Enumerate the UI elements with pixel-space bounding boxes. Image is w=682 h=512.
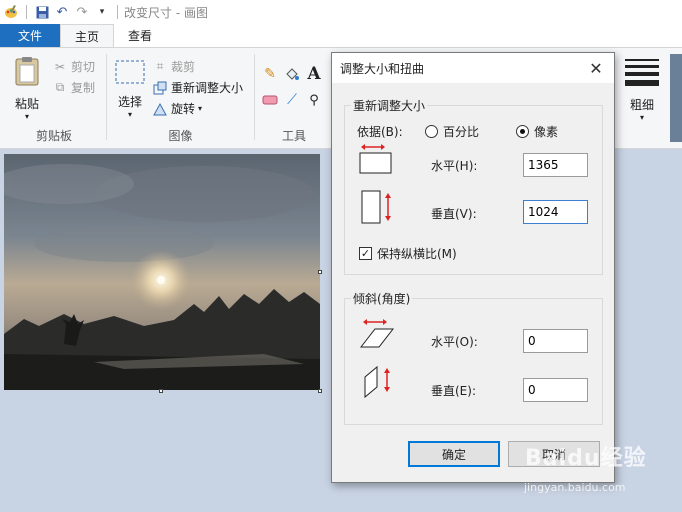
tools-group-label: 工具 bbox=[281, 129, 306, 143]
color-picker-icon[interactable]: ⟋ bbox=[284, 92, 300, 108]
toolbar-separator bbox=[26, 5, 27, 19]
crop-icon: ⌗ bbox=[156, 59, 164, 73]
pixels-radio[interactable] bbox=[516, 125, 529, 138]
undo-icon[interactable]: ↶ bbox=[53, 3, 71, 21]
toolbar-separator bbox=[117, 5, 118, 19]
skew-horizontal-input[interactable] bbox=[523, 329, 588, 353]
tools-group: ✎ A ⟋ ⚲ 工具 bbox=[258, 52, 330, 146]
quick-access-toolbar: ↶ ↷ ▾ bbox=[0, 3, 122, 21]
percent-radio[interactable] bbox=[425, 125, 438, 138]
rotate-button[interactable]: 旋转 ▾ bbox=[152, 98, 243, 119]
select-button[interactable]: 选择 ▾ bbox=[112, 60, 148, 119]
color1-swatch[interactable] bbox=[670, 54, 682, 142]
paste-icon bbox=[13, 56, 41, 89]
baidu-watermark-url: jingyan.baidu.com bbox=[524, 481, 626, 494]
resize-handle-right[interactable] bbox=[318, 270, 322, 274]
keep-ratio-checkbox[interactable]: ✓ bbox=[359, 247, 372, 260]
size-button[interactable]: 粗细 ▾ bbox=[624, 58, 660, 122]
image-group: 选择 ▾ ⌗ 裁剪 重新调整大小 旋转 ▾ 图像 bbox=[108, 52, 253, 146]
vertical-skew-icon bbox=[363, 365, 395, 404]
dialog-title-bar: 调整大小和扭曲 ✕ bbox=[332, 53, 614, 83]
image-group-label: 图像 bbox=[168, 129, 193, 143]
paste-button[interactable]: 粘贴 ▾ bbox=[8, 56, 46, 121]
cut-label: 剪切 bbox=[71, 60, 96, 74]
resize-handle-corner[interactable] bbox=[318, 389, 322, 393]
size-group: 粗细 ▾ bbox=[618, 52, 666, 146]
resize-skew-dialog: 调整大小和扭曲 ✕ 重新调整大小 依据(B): 百分比 像素 水平(H): 垂直… bbox=[331, 52, 615, 483]
pencil-icon[interactable]: ✎ bbox=[262, 66, 278, 82]
paint-app-icon[interactable] bbox=[2, 3, 20, 21]
group-divider bbox=[106, 54, 107, 140]
resize-handle-bottom[interactable] bbox=[159, 389, 163, 393]
paste-dropdown-icon[interactable]: ▾ bbox=[25, 112, 29, 121]
scissors-icon: ✂ bbox=[54, 59, 66, 74]
sunset-photo bbox=[4, 154, 320, 390]
select-rect-icon bbox=[115, 60, 145, 87]
tab-file[interactable]: 文件 bbox=[0, 24, 61, 47]
rotate-dropdown-icon[interactable]: ▾ bbox=[198, 104, 202, 113]
resize-section: 重新调整大小 依据(B): 百分比 像素 水平(H): 垂直(V): ✓ 保持纵… bbox=[344, 97, 603, 275]
window-title: 改变尺寸 - 画图 bbox=[124, 5, 208, 20]
skew-section: 倾斜(角度) 水平(O): 垂直(E): bbox=[344, 290, 603, 425]
tab-view[interactable]: 查看 bbox=[114, 24, 166, 47]
ribbon-tabs: 文件 主页 查看 bbox=[0, 24, 682, 47]
copy-button[interactable]: ⧉ 复制 bbox=[52, 77, 95, 98]
line-width-icon bbox=[625, 58, 659, 89]
vertical-label: 垂直(V): bbox=[431, 207, 477, 221]
crop-button[interactable]: ⌗ 裁剪 bbox=[152, 56, 243, 77]
ok-button[interactable]: 确定 bbox=[408, 441, 500, 467]
resize-label: 重新调整大小 bbox=[171, 81, 244, 95]
select-dropdown-icon[interactable]: ▾ bbox=[128, 110, 132, 119]
resize-legend: 重新调整大小 bbox=[351, 97, 428, 114]
paste-label: 粘贴 bbox=[14, 97, 39, 111]
vertical-size-input[interactable] bbox=[523, 200, 588, 224]
copy-label: 复制 bbox=[71, 81, 96, 95]
resize-button[interactable]: 重新调整大小 bbox=[152, 77, 243, 98]
select-label: 选择 bbox=[117, 95, 142, 109]
fill-icon[interactable] bbox=[284, 66, 300, 82]
tab-home[interactable]: 主页 bbox=[60, 24, 115, 47]
customize-dropdown-icon[interactable]: ▾ bbox=[93, 3, 111, 21]
copy-icon: ⧉ bbox=[55, 80, 65, 94]
canvas-image[interactable] bbox=[4, 154, 320, 390]
resize-icon bbox=[152, 80, 168, 96]
horizontal-size-input[interactable] bbox=[523, 153, 588, 177]
redo-icon[interactable]: ↷ bbox=[73, 3, 91, 21]
horizontal-label: 水平(H): bbox=[431, 159, 478, 173]
cut-button[interactable]: ✂ 剪切 bbox=[52, 56, 95, 77]
horizontal-resize-icon bbox=[359, 144, 393, 177]
skew-vertical-input[interactable] bbox=[523, 378, 588, 402]
rotate-icon bbox=[152, 101, 168, 117]
skew-horizontal-label: 水平(O): bbox=[431, 335, 478, 349]
dialog-title: 调整大小和扭曲 bbox=[340, 61, 425, 76]
save-icon[interactable] bbox=[33, 3, 51, 21]
eraser-icon[interactable] bbox=[262, 92, 278, 108]
clipboard-group: 粘贴 ▾ ✂ 剪切 ⧉ 复制 剪贴板 bbox=[4, 52, 104, 146]
rotate-label: 旋转 bbox=[171, 102, 196, 116]
skew-vertical-label: 垂直(E): bbox=[431, 384, 476, 398]
clipboard-group-label: 剪贴板 bbox=[35, 129, 72, 143]
magnifier-icon[interactable]: ⚲ bbox=[306, 92, 322, 108]
skew-legend: 倾斜(角度) bbox=[351, 290, 413, 307]
crop-label: 裁剪 bbox=[171, 60, 196, 74]
size-label: 粗细 bbox=[629, 98, 654, 112]
vertical-resize-icon bbox=[361, 190, 395, 229]
close-icon[interactable]: ✕ bbox=[586, 58, 606, 78]
pixels-label: 像素 bbox=[534, 125, 559, 139]
text-icon[interactable]: A bbox=[306, 64, 322, 84]
keep-ratio-label: 保持纵横比(M) bbox=[377, 247, 457, 261]
title-bar: ↶ ↷ ▾ 改变尺寸 - 画图 bbox=[0, 0, 682, 24]
horizontal-skew-icon bbox=[359, 319, 395, 352]
size-dropdown-icon[interactable]: ▾ bbox=[640, 113, 644, 122]
by-label: 依据(B): bbox=[357, 125, 403, 139]
baidu-watermark-logo: Baidu经验 bbox=[525, 446, 647, 471]
percent-label: 百分比 bbox=[443, 125, 480, 139]
group-divider bbox=[254, 54, 255, 140]
